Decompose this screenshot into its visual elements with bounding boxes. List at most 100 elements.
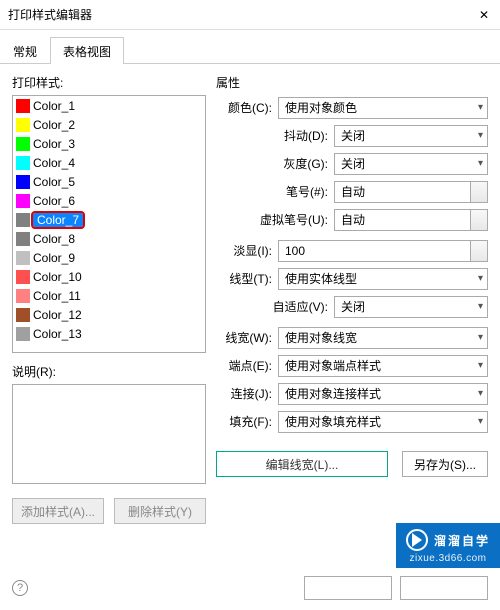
join-dropdown[interactable]: 使用对象连接样式 ▾: [278, 383, 488, 405]
close-icon[interactable]: ✕: [476, 8, 492, 22]
linetype-value: 使用实体线型: [285, 270, 357, 287]
dither-label: 抖动(D):: [216, 127, 334, 144]
dither-dropdown[interactable]: 关闭▾: [334, 125, 488, 147]
vpen-label: 虚拟笔号(U):: [216, 211, 334, 228]
color-swatch-icon: [16, 175, 30, 189]
color-swatch-icon: [16, 99, 30, 113]
list-item[interactable]: Color_5: [13, 172, 205, 191]
linetype-dropdown[interactable]: 使用实体线型 ▾: [278, 268, 488, 290]
fill-value: 使用对象填充样式: [285, 413, 381, 430]
watermark: 溜溜自学 zixue.3d66.com: [396, 523, 500, 568]
color-swatch-icon: [16, 194, 30, 208]
list-item[interactable]: Color_1: [13, 96, 205, 115]
fill-dropdown[interactable]: 使用对象填充样式 ▾: [278, 411, 488, 433]
lineweight-label: 线宽(W):: [216, 329, 278, 346]
chevron-down-icon: ▾: [478, 332, 483, 343]
list-item-label: Color_9: [33, 251, 75, 265]
list-item[interactable]: Color_12: [13, 305, 205, 324]
edit-lineweight-button[interactable]: 编辑线宽(L)...: [216, 451, 388, 477]
play-icon: [406, 529, 428, 551]
list-item[interactable]: Color_11: [13, 286, 205, 305]
list-item[interactable]: Color_10: [13, 267, 205, 286]
description-label: 说明(R):: [12, 363, 206, 380]
lineweight-value: 使用对象线宽: [285, 329, 357, 346]
list-item[interactable]: Color_7: [13, 210, 205, 229]
list-item[interactable]: Color_4: [13, 153, 205, 172]
color-swatch-icon: [16, 289, 30, 303]
list-item-label: Color_8: [33, 232, 75, 246]
pen-value: 自动: [341, 183, 365, 200]
shade-label: 淡显(I):: [216, 242, 278, 259]
endcap-value: 使用对象端点样式: [285, 357, 381, 374]
endcap-dropdown[interactable]: 使用对象端点样式 ▾: [278, 355, 488, 377]
list-item[interactable]: Color_6: [13, 191, 205, 210]
list-item-label: Color_5: [33, 175, 75, 189]
titlebar: 打印样式编辑器 ✕: [0, 0, 500, 30]
help-icon[interactable]: ?: [12, 580, 28, 596]
list-item-label: Color_13: [33, 327, 82, 341]
list-item-label: Color_6: [33, 194, 75, 208]
chevron-down-icon: ▾: [478, 158, 483, 169]
chevron-up-icon[interactable]: ▲: [476, 211, 484, 220]
color-swatch-icon: [16, 232, 30, 246]
color-swatch-icon: [16, 270, 30, 284]
ok-button[interactable]: [304, 576, 392, 600]
chevron-down-icon: ▾: [478, 273, 483, 284]
properties-label: 属性: [216, 74, 488, 91]
list-item[interactable]: Color_2: [13, 115, 205, 134]
list-item[interactable]: Color_9: [13, 248, 205, 267]
color-swatch-icon: [16, 308, 30, 322]
tabstrip: 常规 表格视图: [0, 36, 500, 64]
window-title: 打印样式编辑器: [8, 6, 476, 23]
chevron-down-icon: ▾: [478, 388, 483, 399]
list-item-label: Color_3: [33, 137, 75, 151]
shade-value: 100: [285, 244, 305, 258]
color-value: 使用对象颜色: [285, 99, 357, 116]
color-label: 颜色(C):: [216, 99, 278, 116]
chevron-down-icon: ▾: [478, 416, 483, 427]
delete-style-button: 删除样式(Y): [114, 498, 206, 524]
color-swatch-icon: [16, 156, 30, 170]
list-item-label: Color_2: [33, 118, 75, 132]
color-swatch-icon: [16, 137, 30, 151]
gray-label: 灰度(G):: [216, 155, 334, 172]
lineweight-dropdown[interactable]: 使用对象线宽 ▾: [278, 327, 488, 349]
list-item-label: Color_11: [33, 289, 81, 303]
tab-general[interactable]: 常规: [0, 37, 50, 64]
gray-value: 关闭: [341, 155, 365, 172]
print-styles-label: 打印样式:: [12, 74, 206, 91]
color-swatch-icon: [16, 213, 30, 227]
chevron-down-icon[interactable]: ▼: [476, 251, 484, 260]
description-input[interactable]: [12, 384, 206, 484]
print-styles-listbox[interactable]: Color_1 Color_2 Color_3 Color_4 Color_5 Color…: [12, 95, 206, 353]
adaptive-label: 自适应(V):: [216, 298, 334, 315]
gray-dropdown[interactable]: 关闭 ▾: [334, 153, 488, 175]
color-swatch-icon: [16, 118, 30, 132]
chevron-down-icon: ▾: [478, 360, 483, 371]
list-item-label: Color_12: [33, 308, 82, 322]
color-swatch-icon: [16, 327, 30, 341]
watermark-url: zixue.3d66.com: [409, 553, 486, 564]
save-as-button[interactable]: 另存为(S)...: [402, 451, 488, 477]
list-item[interactable]: Color_13: [13, 324, 205, 343]
vpen-stepper[interactable]: 自动▲▼: [334, 209, 488, 231]
chevron-up-icon[interactable]: ▲: [476, 242, 484, 251]
list-item[interactable]: Color_8: [13, 229, 205, 248]
tab-table-view[interactable]: 表格视图: [50, 37, 124, 64]
chevron-down-icon[interactable]: ▼: [476, 192, 484, 201]
shade-stepper[interactable]: 100 ▲▼: [278, 240, 488, 262]
cancel-button[interactable]: [400, 576, 488, 600]
color-swatch-icon: [16, 251, 30, 265]
join-value: 使用对象连接样式: [285, 385, 381, 402]
join-label: 连接(J):: [216, 385, 278, 402]
chevron-down-icon[interactable]: ▼: [476, 220, 484, 229]
list-item[interactable]: Color_3: [13, 134, 205, 153]
list-item-label: Color_10: [33, 270, 82, 284]
list-item-label: Color_4: [33, 156, 75, 170]
add-style-button: 添加样式(A)...: [12, 498, 104, 524]
color-dropdown[interactable]: 使用对象颜色▾: [278, 97, 488, 119]
chevron-up-icon[interactable]: ▲: [476, 183, 484, 192]
adaptive-dropdown[interactable]: 关闭▾: [334, 296, 488, 318]
chevron-down-icon: ▾: [478, 301, 483, 312]
pen-stepper[interactable]: 自动 ▲▼: [334, 181, 488, 203]
